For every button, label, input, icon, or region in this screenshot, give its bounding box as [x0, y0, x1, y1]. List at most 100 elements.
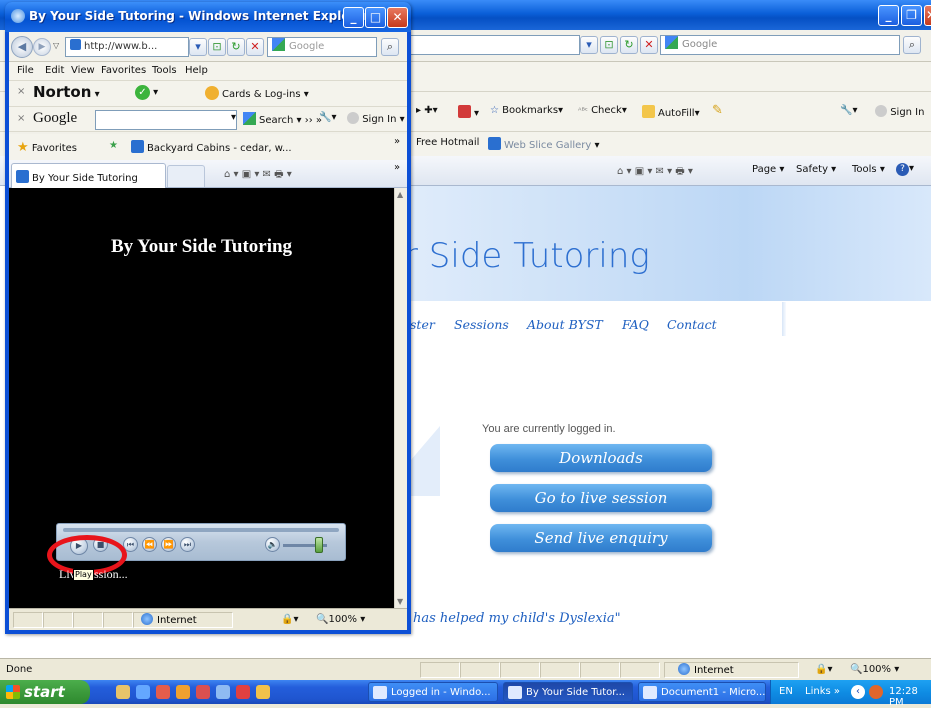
downloads-button[interactable]: Downloads	[490, 444, 712, 472]
task-label: Document1 - Micro...	[661, 687, 766, 698]
close-toolbar-icon[interactable]: ×	[17, 86, 25, 97]
close-toolbar-icon[interactable]: ×	[17, 113, 25, 124]
cards-logins-button[interactable]: Cards & Log-ins ▾	[205, 86, 309, 100]
menu-view[interactable]: View	[71, 65, 95, 76]
menu-help[interactable]: Help	[185, 65, 208, 76]
send-live-enquiry-button[interactable]: Send live enquiry	[490, 524, 712, 552]
check-button[interactable]: ᴬᴮᶜ Check▾	[578, 105, 627, 116]
quicklaunch-icon[interactable]	[196, 685, 210, 699]
vertical-scrollbar[interactable]: ▲ ▼	[394, 188, 407, 608]
volume-knob[interactable]	[315, 537, 323, 553]
tab-by-your-side-tutoring[interactable]: By Your Side Tutoring	[11, 163, 166, 188]
menu-favorites[interactable]: Favorites	[101, 65, 146, 76]
wrench-icon[interactable]: 🔧▾	[319, 112, 336, 123]
forward-icon[interactable]: ▶	[33, 38, 51, 56]
google-search-field[interactable]	[95, 110, 237, 130]
history-dropdown-icon[interactable]: ▽	[53, 41, 59, 50]
zoom-control[interactable]: 🔍100% ▾	[850, 664, 899, 675]
sign-in-button[interactable]: Sign In	[875, 105, 924, 118]
chevron-icon[interactable]: »	[394, 162, 400, 173]
refresh-icon[interactable]: ↻	[227, 38, 245, 56]
quicklaunch-icon[interactable]	[116, 685, 130, 699]
bookmarks-button[interactable]: ☆ Bookmarks▾	[490, 105, 563, 116]
popup-search-field[interactable]: Google	[267, 37, 377, 57]
task-document1[interactable]: Document1 - Micro...	[638, 682, 766, 702]
quicklaunch-icon[interactable]	[236, 685, 250, 699]
tray-arrow-icon[interactable]: ‹	[851, 685, 865, 699]
home-icon[interactable]: ⌂ ▾ ▣ ▾ ✉ ▾ 🖶 ▾	[617, 164, 693, 181]
next-button[interactable]: ⏭	[180, 537, 195, 552]
home-icon[interactable]: ⌂ ▾ ▣ ▾ ✉ 🖶 ▾	[224, 167, 292, 184]
task-by-your-side[interactable]: By Your Side Tutor...	[503, 682, 633, 702]
help-icon[interactable]: ? ▾	[896, 163, 914, 176]
rewind-button[interactable]: ⏪	[142, 537, 157, 552]
refresh-icon[interactable]: ↻	[620, 36, 638, 54]
protected-mode-icon[interactable]: 🔒▾	[281, 614, 298, 625]
google-dropdown-icon[interactable]: ▾	[231, 112, 236, 123]
compatibility-icon[interactable]: ⊡	[600, 36, 618, 54]
stop-icon[interactable]: ✕	[246, 38, 264, 56]
fast-forward-button[interactable]: ⏩	[161, 537, 176, 552]
block-icon[interactable]: ▾	[458, 105, 479, 119]
web-slice-gallery-link[interactable]: Web Slice Gallery ▾	[488, 137, 600, 151]
close-button[interactable]: ✕	[924, 5, 931, 26]
quicklaunch-icon[interactable]	[176, 685, 190, 699]
menu-file[interactable]: File	[17, 65, 34, 76]
search-field[interactable]: Google	[660, 35, 900, 55]
popup-zoom-control[interactable]: 🔍100% ▾	[316, 614, 365, 625]
nav-contact[interactable]: Contact	[667, 317, 717, 332]
nav-sessions[interactable]: Sessions	[454, 317, 509, 332]
back-forward-icon[interactable]: ▸ ✚▾	[416, 105, 438, 116]
highlight-icon[interactable]: ✎	[712, 103, 723, 118]
protected-mode-icon[interactable]: 🔒▾	[815, 664, 832, 675]
google-sign-in-button[interactable]: Sign In ▾	[347, 112, 405, 125]
close-button[interactable]: ✕	[387, 7, 408, 28]
wrench-icon[interactable]: 🔧▾	[840, 105, 857, 116]
safety-menu[interactable]: Safety ▾	[796, 164, 836, 175]
address-dropdown-icon[interactable]: ▾	[580, 36, 598, 54]
quicklaunch-icon[interactable]	[156, 685, 170, 699]
nav-about[interactable]: About BYST	[527, 317, 603, 332]
add-favorite-icon[interactable]: ★	[109, 140, 118, 151]
language-indicator[interactable]: EN	[779, 686, 793, 697]
menu-edit[interactable]: Edit	[45, 65, 64, 76]
nav-register[interactable]: ster	[410, 317, 435, 332]
compatibility-icon[interactable]: ⊡	[208, 38, 226, 56]
quicklaunch-icon[interactable]	[256, 685, 270, 699]
chevron-icon[interactable]: »	[394, 136, 400, 147]
free-hotmail-link[interactable]: Free Hotmail	[416, 137, 479, 148]
nav-faq[interactable]: FAQ	[622, 317, 649, 332]
search-icon[interactable]: ⌕	[903, 36, 921, 54]
task-logged-in[interactable]: Logged in - Windo...	[368, 682, 498, 702]
tray-app-icon[interactable]	[869, 685, 883, 699]
minimize-button[interactable]: _	[878, 5, 899, 26]
backyard-cabins-link[interactable]: Backyard Cabins - cedar, w...	[131, 140, 292, 154]
back-icon[interactable]: ◀	[11, 36, 33, 58]
restore-button[interactable]: ❐	[901, 5, 922, 26]
quicklaunch-icon[interactable]	[216, 685, 230, 699]
norton-check-icon[interactable]: ✓ ▾	[135, 85, 158, 100]
scroll-down-icon[interactable]: ▼	[397, 597, 403, 606]
scroll-up-icon[interactable]: ▲	[397, 190, 403, 199]
ie-quicklaunch-icon[interactable]	[136, 685, 150, 699]
mute-button[interactable]: 🔈	[265, 537, 280, 552]
minimize-button[interactable]: _	[343, 7, 364, 28]
go-to-live-session-button[interactable]: Go to live session	[490, 484, 712, 512]
links-toolbar[interactable]: Links »	[805, 686, 840, 697]
start-button[interactable]: start	[0, 680, 90, 704]
maximize-button[interactable]: □	[365, 7, 386, 28]
popup-address-field[interactable]: http://www.b...	[65, 37, 189, 57]
search-icon[interactable]: ⌕	[381, 38, 399, 56]
seek-bar[interactable]	[63, 528, 339, 532]
new-tab-button[interactable]	[167, 165, 205, 187]
tools-menu[interactable]: Tools ▾	[852, 164, 885, 175]
stop-icon[interactable]: ✕	[640, 36, 658, 54]
zoom-label: 100%	[862, 664, 892, 675]
address-dropdown-icon[interactable]: ▾	[189, 38, 207, 56]
favorites-button[interactable]: ★ Favorites	[17, 140, 77, 155]
page-menu[interactable]: Page ▾	[752, 164, 784, 175]
menu-tools[interactable]: Tools	[152, 65, 177, 76]
autofill-button[interactable]: AutoFill▾	[642, 105, 700, 119]
google-search-button[interactable]: Search ▾ ›› »	[243, 112, 322, 126]
norton-menu[interactable]: Norton ▾	[33, 83, 100, 101]
